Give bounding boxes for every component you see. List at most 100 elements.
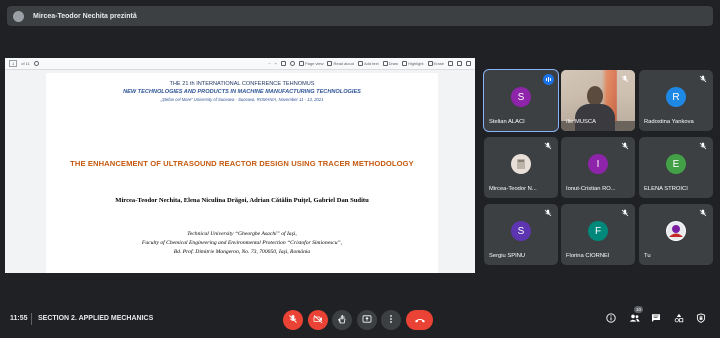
mic-off-icon	[620, 141, 630, 151]
mic-off-icon	[543, 141, 553, 151]
participant-name: Florina CIORNEI	[566, 253, 610, 259]
zoom-out-button[interactable]: −	[268, 61, 270, 66]
participant-tile[interactable]: S Sergiu SPÎNU	[484, 204, 558, 265]
participant-name: Tu	[644, 253, 651, 259]
present-icon	[362, 311, 372, 329]
page-number-input[interactable]: 1	[9, 60, 18, 67]
save-icon[interactable]	[457, 61, 462, 66]
call-end-icon	[414, 311, 426, 329]
people-button[interactable]	[628, 313, 640, 325]
conference-theme: NEW TECHNOLOGIES AND PRODUCTS IN MACHINE…	[123, 89, 361, 95]
presenting-banner: Mircea-Teodor Nechita prezintă	[7, 6, 713, 26]
page-view-button[interactable]: Page view	[299, 61, 323, 66]
mic-off-icon	[698, 208, 708, 218]
draw-label: Draw	[388, 61, 398, 66]
highlight-button[interactable]: Highlight	[401, 61, 424, 66]
participant-avatar: E	[666, 154, 686, 174]
self-avatar	[666, 221, 686, 241]
more-vert-icon	[386, 311, 396, 329]
read-aloud-icon	[327, 61, 333, 66]
print-icon[interactable]	[448, 61, 453, 66]
mic-off-icon	[543, 208, 553, 218]
mic-off-icon	[698, 74, 708, 84]
zoom-in-button[interactable]: +	[275, 61, 277, 66]
participant-name: Mircea-Teodor N...	[489, 186, 537, 192]
clock: 11:55	[10, 315, 28, 322]
participant-name: Sergiu SPÎNU	[489, 253, 526, 259]
add-text-button[interactable]: Add text	[357, 61, 379, 66]
mic-off-icon	[620, 208, 630, 218]
leave-call-button[interactable]	[406, 310, 433, 330]
participant-tile[interactable]: Mircea-Teodor N...	[484, 137, 558, 198]
highlight-label: Highlight	[407, 61, 424, 66]
participant-name: Ilie MUSCA	[566, 119, 596, 125]
conference-venue: „Ştefan cel Mare” University of Suceava …	[160, 97, 324, 102]
chat-button[interactable]	[650, 313, 662, 325]
rotate-icon[interactable]	[290, 61, 295, 66]
participant-name: Ionut-Cristian RO...	[566, 186, 616, 192]
page-count: of 11	[21, 61, 30, 66]
participant-tile[interactable]: R Radostina Yankova	[639, 70, 713, 131]
raise-hand-icon	[337, 311, 347, 329]
mic-off-icon	[698, 141, 708, 151]
pin-icon[interactable]	[466, 61, 471, 66]
add-text-icon	[357, 61, 363, 66]
participant-tile[interactable]: F Florina CIORNEI	[561, 204, 635, 265]
participant-tile[interactable]: S Stelian ALACI	[483, 69, 559, 132]
participant-name: Radostina Yankova	[644, 119, 694, 125]
participant-avatar: R	[666, 87, 686, 107]
read-aloud-button[interactable]: Read aloud	[327, 61, 354, 66]
mic-off-icon	[620, 74, 630, 84]
participant-avatar	[511, 154, 531, 174]
more-options-button[interactable]	[381, 310, 401, 330]
activities-button[interactable]	[673, 313, 685, 325]
add-text-label: Add text	[363, 61, 379, 66]
participant-tile[interactable]: Ilie MUSCA	[561, 70, 635, 131]
chat-icon	[651, 310, 661, 328]
mic-toggle-button[interactable]	[283, 310, 303, 330]
draw-button[interactable]: Draw	[382, 61, 398, 66]
pdf-page: THE 21 th INTERNATIONAL CONFERENCE TEHNO…	[46, 73, 438, 273]
highlight-icon	[401, 61, 407, 66]
participant-avatar: S	[511, 87, 531, 107]
participant-name: ELENA STROICI	[644, 186, 688, 192]
page-view-icon	[299, 61, 304, 66]
participant-avatar: F	[588, 221, 608, 241]
erase-label: Erase	[433, 61, 444, 66]
camera-off-icon	[313, 311, 323, 329]
participant-name: Stelian ALACI	[489, 119, 525, 125]
presenting-text: Mircea-Teodor Nechita prezintă	[33, 12, 137, 20]
meeting-info-button[interactable]	[605, 313, 617, 325]
raise-hand-button[interactable]	[332, 310, 352, 330]
erase-button[interactable]: Erase	[427, 61, 444, 66]
activities-icon	[674, 310, 684, 328]
conference-line: THE 21 th INTERNATIONAL CONFERENCE TEHNO…	[169, 81, 315, 87]
camera-toggle-button[interactable]	[308, 310, 328, 330]
affiliation-line-2: Faculty of Chemical Engineering and Envi…	[141, 240, 343, 246]
lock-icon	[696, 310, 706, 328]
participant-tile[interactable]: E ELENA STROICI	[639, 137, 713, 198]
participant-avatar: I	[588, 154, 608, 174]
erase-icon	[427, 61, 433, 66]
participants-count-badge: 10	[634, 306, 643, 313]
presenter-avatar	[13, 10, 24, 22]
affiliation-line-1: Technical University “Gheorghe Asachi” o…	[187, 231, 297, 237]
present-button[interactable]	[357, 310, 377, 330]
shared-screen: 1 of 11 − + Page view Read aloud Add tex…	[5, 58, 475, 273]
draw-icon	[382, 61, 388, 66]
fit-page-icon[interactable]	[281, 61, 286, 66]
participant-avatar: S	[511, 221, 531, 241]
participant-tile-self[interactable]: Tu	[639, 204, 713, 265]
paper-authors: Mircea-Teodor Nechita, Elena Niculina Dr…	[115, 197, 369, 204]
page-view-label: Page view	[305, 61, 324, 66]
info-icon	[606, 310, 616, 328]
affiliation-line-3: Bd. Prof. Dimitrie Mangeron, No. 73, 700…	[173, 249, 311, 255]
read-aloud-label: Read aloud	[333, 61, 354, 66]
search-icon[interactable]	[33, 61, 39, 66]
divider	[31, 313, 32, 325]
speaking-indicator-icon	[543, 74, 554, 85]
mic-off-icon	[288, 311, 298, 329]
participant-tile[interactable]: I Ionut-Cristian RO...	[561, 137, 635, 198]
host-controls-button[interactable]	[695, 313, 707, 325]
meeting-title: SECTION 2. APPLIED MECHANICS	[38, 315, 154, 322]
